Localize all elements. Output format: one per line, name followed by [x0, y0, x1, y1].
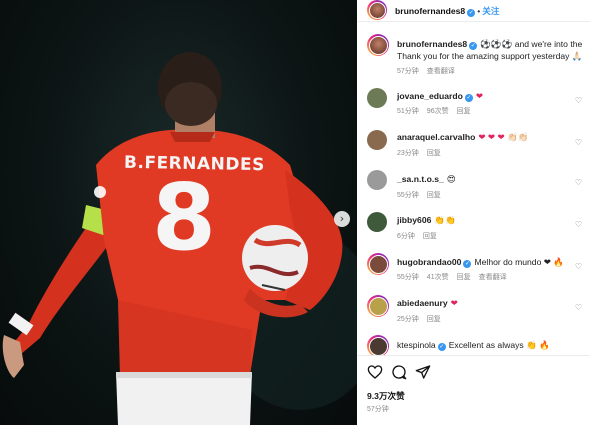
- next-arrow-icon[interactable]: ›: [334, 211, 350, 227]
- comment-text: ❤: [475, 91, 484, 101]
- comment-like-icon[interactable]: ♡: [575, 262, 582, 271]
- comment-avatar[interactable]: [367, 212, 387, 232]
- comment-username[interactable]: jibby606: [397, 215, 431, 225]
- comment-meta: 23分钟 回复: [397, 148, 449, 158]
- comment-username[interactable]: hugobrandao00: [397, 257, 461, 267]
- caption-username[interactable]: brunofernandes8: [397, 39, 467, 49]
- comment-avatar[interactable]: [367, 88, 387, 108]
- comment-avatar[interactable]: [367, 170, 387, 190]
- comment-meta: 25分钟 回复: [397, 314, 449, 324]
- caption-meta: 57分钟 查看翻译: [397, 66, 463, 76]
- comment-text: Melhor do mundo ❤ 🔥: [474, 257, 565, 267]
- comment-username[interactable]: ktespinola: [397, 340, 436, 350]
- caption-line-1: brunofernandes8 ✓ ⚽⚽⚽ and we're into the: [397, 39, 582, 50]
- comment-username[interactable]: anaraquel.carvalho: [397, 132, 475, 142]
- heart-icon[interactable]: [367, 364, 383, 380]
- comment-row: hugobrandao00 ✓ Melhor do mundo ❤ 🔥: [397, 257, 564, 268]
- comment-text: ❤ ❤ ❤ 👏🏻👏🏻: [478, 132, 529, 142]
- comment-like-icon[interactable]: ♡: [575, 178, 582, 187]
- comment-like-icon[interactable]: ♡: [575, 96, 582, 105]
- comment-meta: 55分钟 41次赞 回复 查看翻译: [397, 272, 515, 282]
- comment-row: jibby606 👏👏: [397, 215, 456, 226]
- caption-avatar[interactable]: [367, 34, 389, 56]
- comment-username[interactable]: _sa.n.t.o.s_: [397, 174, 444, 184]
- comment-time: 55分钟: [397, 274, 419, 281]
- follow-button[interactable]: 关注: [482, 6, 499, 16]
- comment-like-icon[interactable]: ♡: [575, 220, 582, 229]
- comment-text: Excellent as always 👏 🔥: [448, 340, 550, 350]
- jersey-number: 8: [152, 164, 217, 271]
- comment-row: _sa.n.t.o.s_ 😍: [397, 174, 456, 185]
- comment-time: 55分钟: [397, 192, 419, 199]
- caption-translate[interactable]: 查看翻译: [427, 68, 455, 75]
- comment-avatar[interactable]: [367, 335, 389, 357]
- verified-icon: ✓: [437, 343, 446, 351]
- author-avatar[interactable]: [367, 0, 387, 20]
- verified-icon: ✓: [463, 260, 472, 268]
- comment-time: 25分钟: [397, 316, 419, 323]
- comment-text: 😍: [446, 174, 456, 184]
- post-actions: 9.3万次赞 57分钟: [357, 355, 590, 425]
- caption-line-2: Thank you for the amazing support yester…: [397, 51, 583, 61]
- reply-button[interactable]: 回复: [427, 316, 441, 323]
- reply-button[interactable]: 回复: [457, 108, 471, 115]
- comment-row: jovane_eduardo ✓ ❤: [397, 91, 483, 102]
- verified-icon: ✓: [469, 42, 478, 50]
- comment-avatar[interactable]: [367, 253, 389, 275]
- comment-like-icon[interactable]: ♡: [575, 303, 582, 312]
- likes-count[interactable]: 9.3万次赞: [367, 390, 405, 402]
- comment-time: 6分钟: [397, 233, 415, 240]
- comment-avatar[interactable]: [367, 130, 387, 150]
- comment-translate[interactable]: 查看翻译: [479, 274, 507, 281]
- comment-like-icon[interactable]: ♡: [575, 138, 582, 147]
- comment-row: abiedaenury ❤: [397, 298, 458, 309]
- verified-icon: ✓: [467, 9, 476, 17]
- comment-avatar[interactable]: [367, 295, 389, 317]
- comment-meta: 6分钟 回复: [397, 231, 445, 241]
- reply-button[interactable]: 回复: [427, 150, 441, 157]
- reply-button[interactable]: 回复: [427, 192, 441, 199]
- caption-time: 57分钟: [397, 68, 419, 75]
- comments-panel: brunofernandes8 ✓ • 关注 brunofernandes8 ✓ ⚽⚽⚽ …: [357, 0, 590, 425]
- caption-text-1: ⚽⚽⚽ and we're into the: [480, 39, 583, 49]
- comment-meta: 55分钟 回复: [397, 190, 449, 200]
- author-name[interactable]: brunofernandes8: [395, 6, 465, 16]
- comment-row: anaraquel.carvalho ❤ ❤ ❤ 👏🏻👏🏻: [397, 132, 529, 143]
- comment-text: ❤: [450, 298, 458, 308]
- comment-meta: 51分钟 96次赞 回复: [397, 106, 479, 116]
- comment-row: ktespinola ✓ Excellent as always 👏 🔥: [397, 340, 550, 351]
- verified-icon: ✓: [464, 94, 473, 102]
- comment-time: 51分钟: [397, 108, 419, 115]
- reply-button[interactable]: 回复: [423, 233, 437, 240]
- comment-likes[interactable]: 41次赞: [427, 274, 449, 281]
- post-photo[interactable]: B.FERNANDES 8 ›: [0, 0, 357, 425]
- reply-button[interactable]: 回复: [457, 274, 471, 281]
- comment-likes[interactable]: 96次赞: [427, 108, 449, 115]
- share-icon[interactable]: [415, 364, 431, 380]
- post-header: brunofernandes8 ✓ • 关注: [357, 0, 590, 22]
- comment-icon[interactable]: [391, 364, 407, 380]
- comment-time: 23分钟: [397, 150, 419, 157]
- comment-username[interactable]: abiedaenury: [397, 298, 448, 308]
- author-username[interactable]: brunofernandes8 ✓ • 关注: [395, 5, 499, 17]
- post-time: 57分钟: [367, 406, 389, 413]
- comment-username[interactable]: jovane_eduardo: [397, 91, 463, 101]
- comment-text: 👏👏: [434, 215, 456, 225]
